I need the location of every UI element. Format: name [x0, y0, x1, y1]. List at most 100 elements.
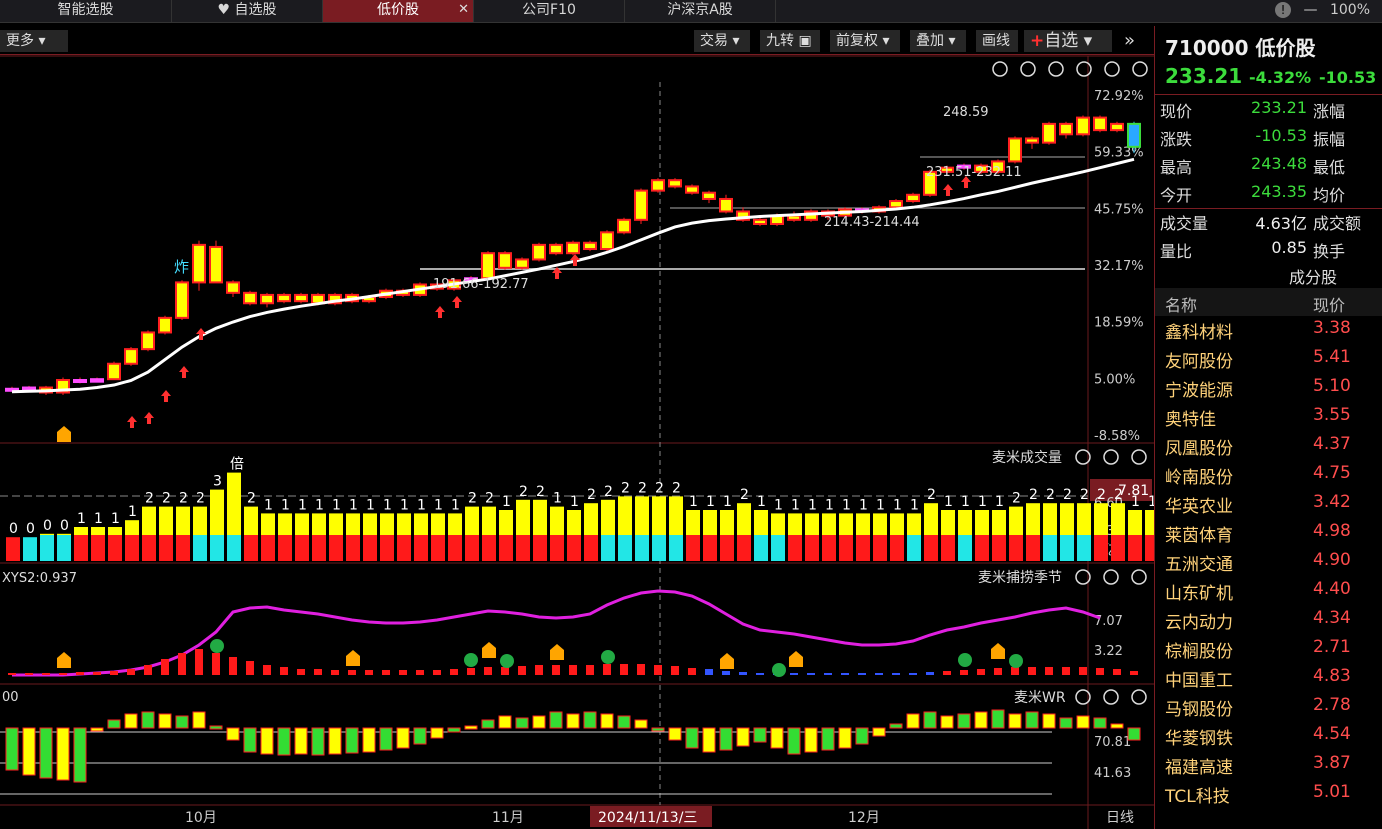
component-stock-row[interactable]: 福建高速 3.87: [1155, 753, 1382, 782]
buy-signal-icon: [482, 642, 496, 658]
indicator-bar: [824, 673, 832, 675]
candle-body: [583, 241, 597, 251]
wr-bar: [685, 727, 699, 749]
volume-count-label: 2: [468, 491, 477, 507]
component-stock-row[interactable]: 五洲交通 4.90: [1155, 550, 1382, 579]
wr-bar: [957, 713, 971, 729]
volume-bar: [941, 510, 955, 535]
close-icon[interactable]: ✕: [458, 0, 469, 20]
buy-signal-icon: [789, 651, 803, 667]
component-stock-row[interactable]: 中国重工 4.83: [1155, 666, 1382, 695]
volume-bar: [193, 506, 207, 535]
wr-bar: [634, 719, 648, 729]
component-stock-row[interactable]: 山东矿机 4.40: [1155, 579, 1382, 608]
quote-label-right: 涨幅: [1313, 102, 1346, 121]
candle-body: [73, 379, 87, 384]
volume-bar: [176, 506, 190, 535]
wr-bar: [753, 727, 767, 743]
volume-count-label: 0: [26, 521, 35, 537]
more-button[interactable]: 更多 ▾: [0, 30, 68, 52]
volume-bar-base: [295, 535, 309, 561]
tab-smart-select[interactable]: 智能选股: [0, 0, 172, 22]
fuquan-button[interactable]: 前复权 ▾: [830, 30, 900, 52]
volume-bar: [805, 513, 819, 535]
tab-f10[interactable]: 公司F10: [474, 0, 625, 22]
wr-bar: [294, 727, 308, 755]
volume-bar: [1094, 503, 1108, 535]
component-stock-row[interactable]: 友阿股份 5.41: [1155, 347, 1382, 376]
kline-chart-area[interactable]: 72.92% 59.33% 45.75% 32.17% 18.59% 5.00% -8.58…: [0, 0, 1154, 829]
component-stock-row[interactable]: 鑫科材料 3.38: [1155, 318, 1382, 347]
volume-count-label: 1: [417, 497, 426, 513]
wr-bar: [56, 727, 70, 781]
volume-bar-base: [618, 535, 632, 561]
volume-count-label: 2: [145, 491, 154, 507]
volume-count-label: 1: [859, 497, 868, 513]
trade-button[interactable]: 交易 ▾: [694, 30, 750, 52]
wr-bar: [940, 715, 954, 729]
indicator-bar: [212, 653, 220, 675]
quote-label-right: 均价: [1313, 186, 1346, 205]
tab-low-price[interactable]: 低价股 ✕: [323, 0, 474, 22]
volume-count-label: 1: [961, 494, 970, 510]
stock-name: 宁波能源: [1165, 381, 1233, 401]
buy-signal-icon: [346, 650, 360, 666]
volume-count-label: 2: [162, 491, 171, 507]
y-tick-label: 72.92%: [1094, 89, 1144, 104]
volume-bar: [567, 510, 581, 535]
component-stock-row[interactable]: TCL科技 5.01: [1155, 782, 1382, 811]
indicator-bar: [1045, 667, 1053, 675]
indicator-bar: [773, 673, 781, 675]
y-tick-label: 5.00%: [1094, 372, 1135, 387]
volume-count-label: 2: [1063, 487, 1072, 503]
volume-count-label: 2: [179, 491, 188, 507]
volume-count-label: 2: [519, 484, 528, 500]
add-watchlist-button[interactable]: +自选 ▾: [1024, 30, 1112, 52]
component-stock-row[interactable]: 宁波能源 5.10: [1155, 376, 1382, 405]
component-stock-row[interactable]: 棕榈股份 2.71: [1155, 637, 1382, 666]
candle-body: [855, 208, 869, 213]
info-icon[interactable]: !: [1275, 2, 1292, 18]
volume-bar: [533, 499, 547, 535]
volume-count-label: 1: [842, 497, 851, 513]
component-stock-row[interactable]: 奥特佳 3.55: [1155, 405, 1382, 434]
close-icon: [1131, 569, 1147, 585]
minimize-icon[interactable]: —: [1304, 2, 1318, 18]
volume-bar-base: [1009, 535, 1023, 561]
overlay-button[interactable]: 叠加 ▾: [910, 30, 966, 52]
up-arrow-icon: [961, 176, 971, 188]
expand-icon[interactable]: »: [1118, 30, 1146, 52]
tab-a-shares[interactable]: 沪深京A股: [625, 0, 776, 22]
draw-button[interactable]: 画线: [976, 30, 1018, 52]
volume-bar-base: [601, 535, 615, 561]
wr-bar: [1076, 715, 1090, 729]
component-stock-row[interactable]: 岭南股份 4.75: [1155, 463, 1382, 492]
candle-body: [1076, 116, 1090, 136]
wr-bar: [1093, 717, 1107, 729]
indicator-bar: [229, 657, 237, 675]
volume-count-label: 1: [383, 497, 392, 513]
component-stock-row[interactable]: 莱茵体育 4.98: [1155, 521, 1382, 550]
close-icon: [1131, 689, 1147, 705]
component-stock-row[interactable]: 华菱钢铁 4.54: [1155, 724, 1382, 753]
volume-count-label: 2: [740, 487, 749, 503]
component-stock-row[interactable]: 马钢股份 2.78: [1155, 695, 1382, 724]
volume-count-label: 1: [706, 494, 715, 510]
jiuzhuan-button[interactable]: 九转 ▣: [760, 30, 820, 52]
tab-label: 公司F10: [522, 2, 576, 18]
divider: [1155, 208, 1382, 209]
component-stock-row[interactable]: 华英农业 3.42: [1155, 492, 1382, 521]
component-stock-row[interactable]: 云内动力 4.34: [1155, 608, 1382, 637]
quote-label: 涨跌: [1160, 130, 1193, 149]
volume-count-label: 1: [570, 494, 579, 510]
volume-bar: [839, 513, 853, 535]
price-annotation: 248.59: [943, 105, 989, 120]
component-stock-row[interactable]: 凤凰股份 4.37: [1155, 434, 1382, 463]
tab-watchlist[interactable]: ♥ 自选股: [172, 0, 323, 22]
wr-bar: [379, 727, 393, 751]
volume-bar-base: [125, 535, 139, 561]
stock-name: 中国重工: [1165, 671, 1233, 691]
indicator-bar: [552, 665, 560, 675]
y-tick-label: 45.75%: [1094, 202, 1144, 217]
volume-bar-base: [465, 535, 479, 561]
